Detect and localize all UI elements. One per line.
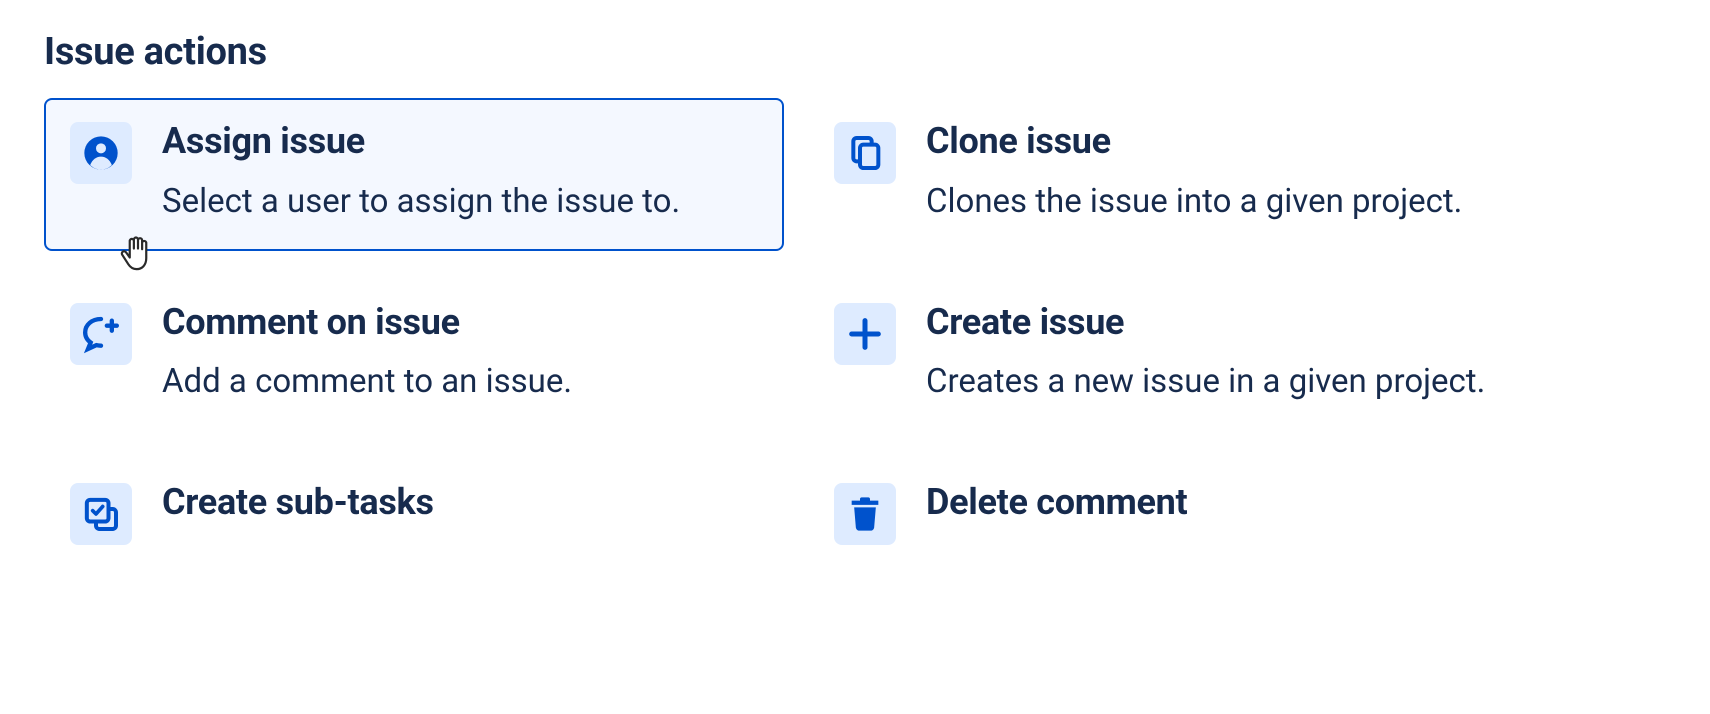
- action-assign-issue[interactable]: Assign issue Select a user to assign the…: [44, 98, 784, 251]
- action-text: Create issue Creates a new issue in a gi…: [926, 303, 1522, 408]
- plus-icon: [834, 303, 896, 365]
- trash-icon: [834, 483, 896, 545]
- action-title: Create sub-tasks: [162, 483, 758, 523]
- action-text: Assign issue Select a user to assign the…: [162, 122, 758, 227]
- action-delete-comment[interactable]: Delete comment: [808, 459, 1548, 569]
- hand-cursor-icon: [116, 232, 160, 276]
- action-desc: Select a user to assign the issue to.: [162, 176, 758, 227]
- action-title: Comment on issue: [162, 303, 758, 343]
- action-title: Assign issue: [162, 122, 758, 162]
- action-text: Clone issue Clones the issue into a give…: [926, 122, 1522, 227]
- comment-plus-icon: [70, 303, 132, 365]
- action-create-sub-tasks[interactable]: Create sub-tasks: [44, 459, 784, 569]
- action-title: Clone issue: [926, 122, 1522, 162]
- action-text: Create sub-tasks: [162, 483, 758, 537]
- action-desc: Creates a new issue in a given project.: [926, 356, 1522, 407]
- action-title: Delete comment: [926, 483, 1522, 523]
- subtask-icon: [70, 483, 132, 545]
- action-clone-issue[interactable]: Clone issue Clones the issue into a give…: [808, 98, 1548, 251]
- action-create-issue[interactable]: Create issue Creates a new issue in a gi…: [808, 279, 1548, 432]
- action-comment-on-issue[interactable]: Comment on issue Add a comment to an iss…: [44, 279, 784, 432]
- action-text: Comment on issue Add a comment to an iss…: [162, 303, 758, 408]
- action-text: Delete comment: [926, 483, 1522, 537]
- copy-icon: [834, 122, 896, 184]
- action-desc: Add a comment to an issue.: [162, 356, 758, 407]
- section-heading: Issue actions: [44, 30, 1666, 74]
- action-title: Create issue: [926, 303, 1522, 343]
- action-desc: Clones the issue into a given project.: [926, 176, 1522, 227]
- person-circle-icon: [70, 122, 132, 184]
- issue-actions-grid: Assign issue Select a user to assign the…: [44, 98, 1666, 569]
